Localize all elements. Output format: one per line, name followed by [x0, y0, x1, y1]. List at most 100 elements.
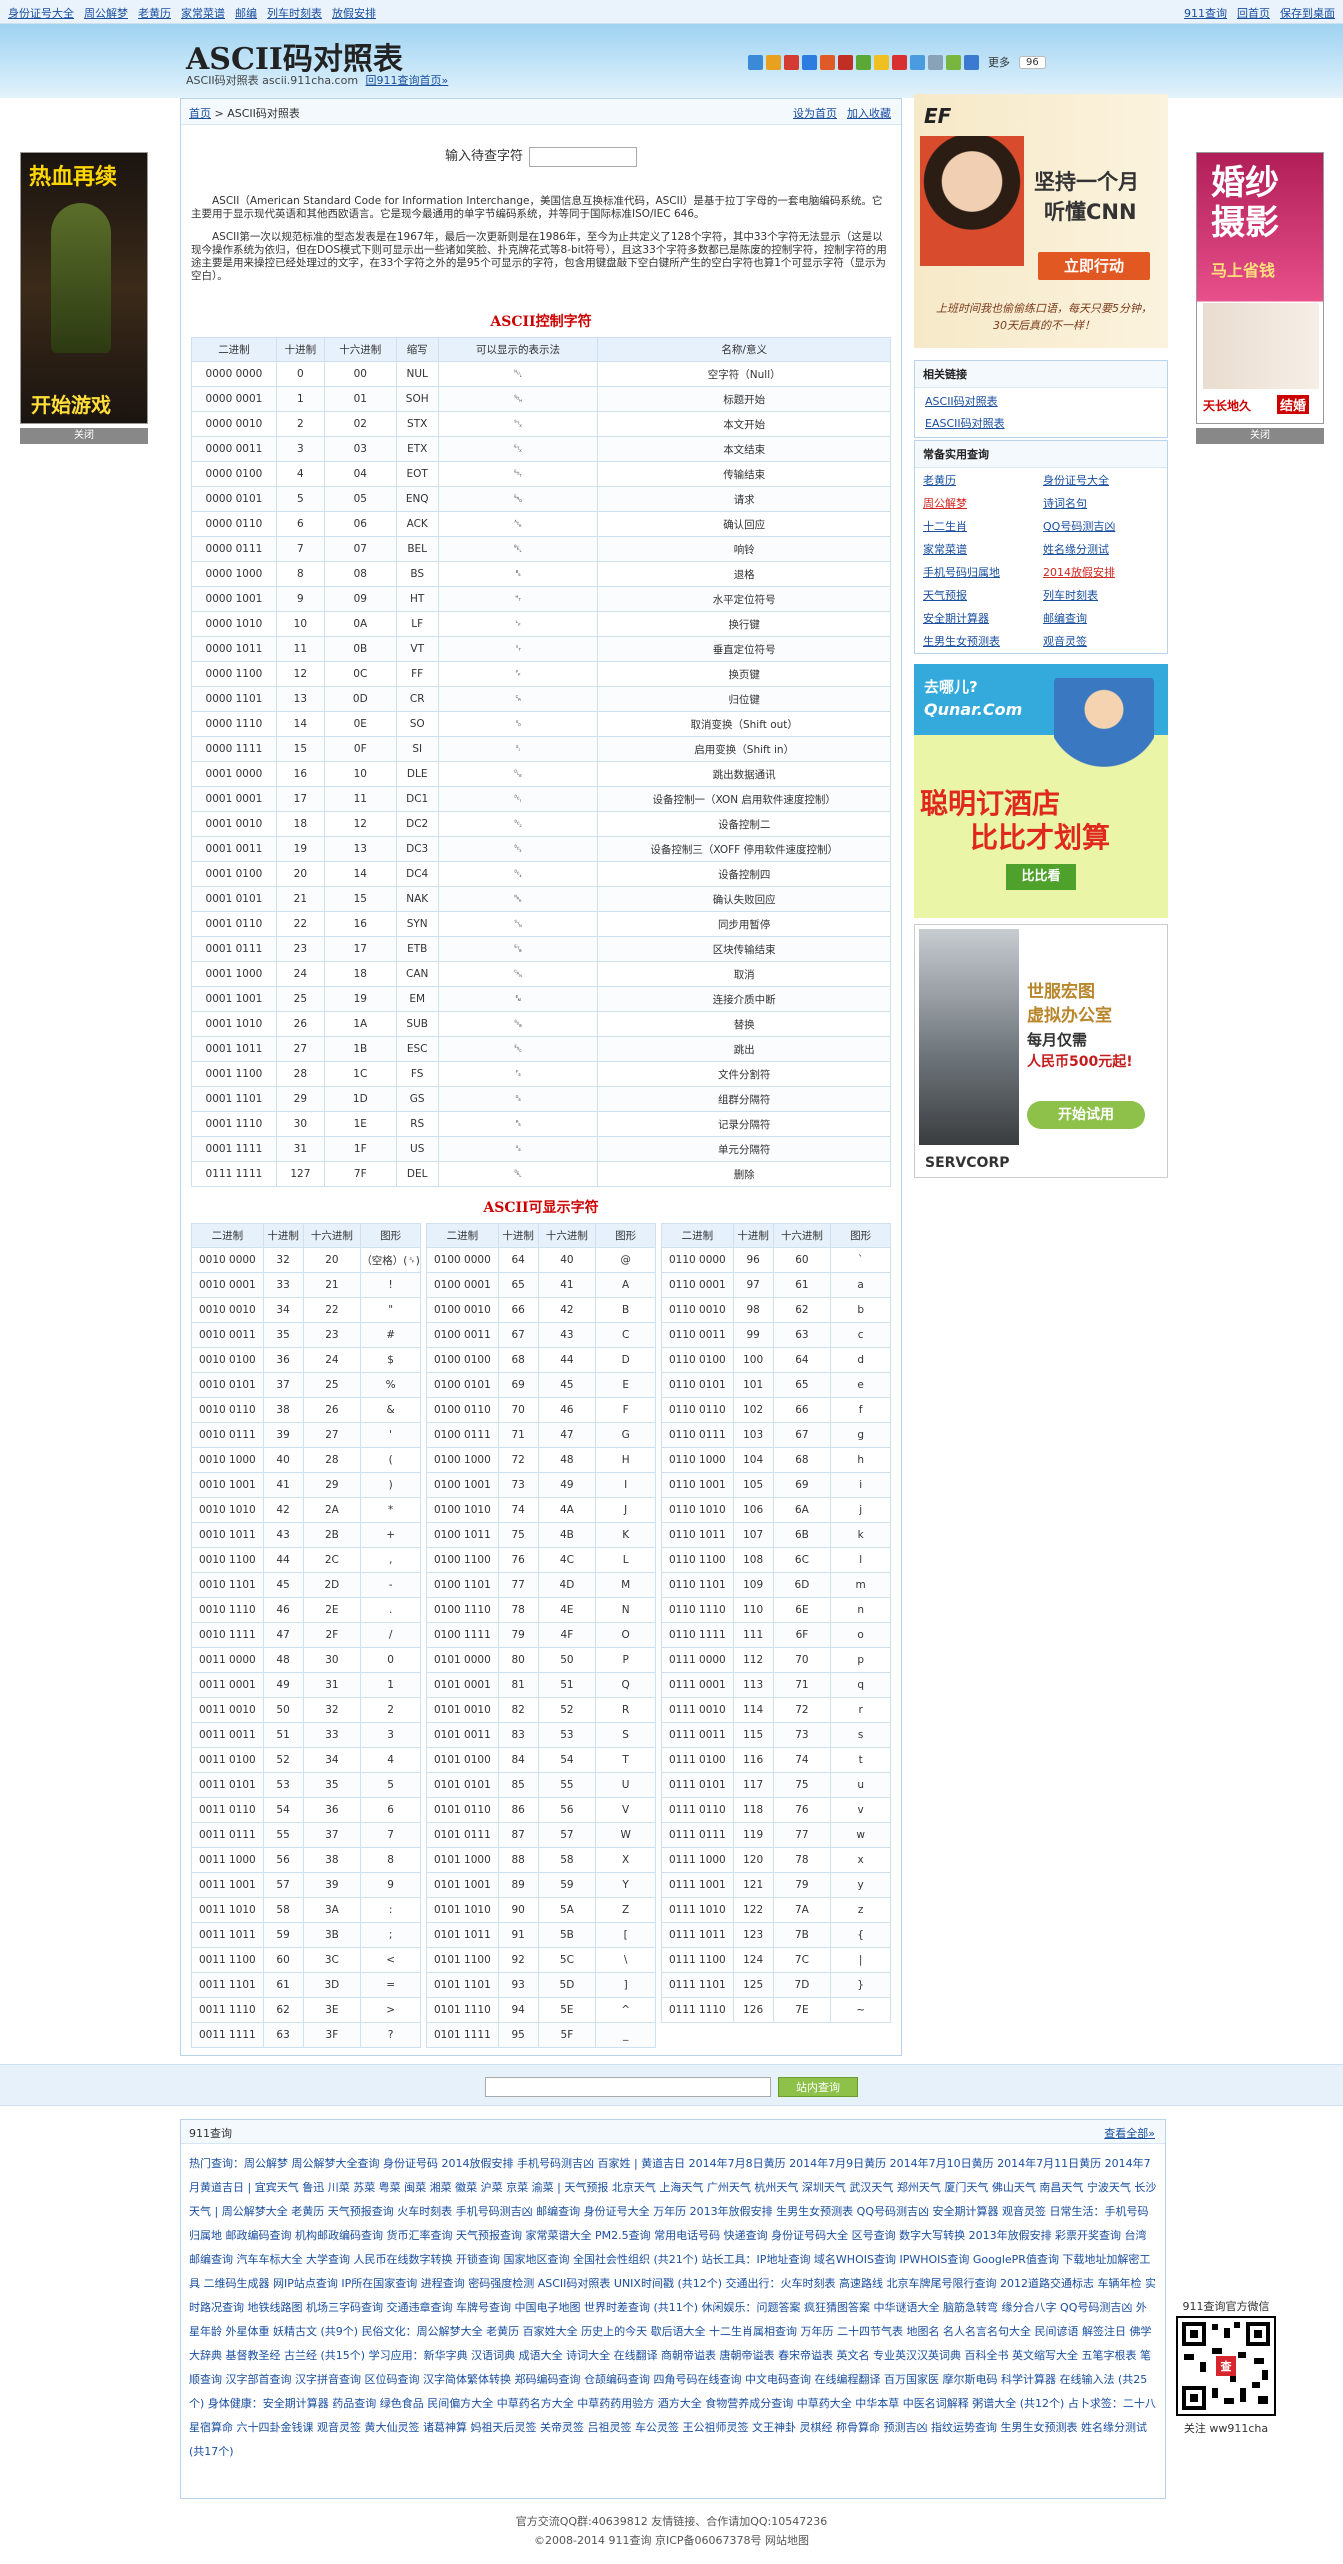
table-cell: 46	[262, 1597, 304, 1623]
top-nav-link[interactable]: 家常菜谱	[181, 5, 225, 21]
table-cell: SYN	[395, 911, 439, 937]
tool-link[interactable]: 十二生肖	[923, 518, 1039, 534]
tool-link[interactable]: 老黄历	[923, 472, 1039, 488]
tool-link[interactable]: QQ号码测吉凶	[1043, 518, 1159, 534]
table-cell: 7F	[323, 1161, 397, 1187]
top-nav-link[interactable]: 身份证号大全	[8, 5, 74, 21]
table-row: 0110 1011 107 6B k	[661, 1522, 891, 1548]
ef-cta-button[interactable]: 立即行动	[1038, 252, 1150, 280]
email-share-icon[interactable]	[910, 54, 925, 70]
breadcrumb-current: > ASCII码对照表	[211, 107, 300, 120]
tool-link[interactable]: 2014放假安排	[1043, 564, 1159, 580]
kaixin-share-icon[interactable]	[838, 54, 853, 70]
table-cell: CAN	[395, 961, 439, 987]
table-cell: 74	[497, 1497, 539, 1523]
breadcrumb-home-link[interactable]: 首页	[189, 107, 211, 120]
tool-link[interactable]: 身份证号大全	[1043, 472, 1159, 488]
table-cell: 请求	[597, 486, 891, 512]
tool-link[interactable]: 安全期计算器	[923, 610, 1039, 626]
back-home-link[interactable]: 回911查询首页»	[366, 74, 449, 87]
site-search-button[interactable]: 站内查询	[778, 2077, 858, 2097]
table-row: 0000 1010 10 0A LF ␊ 换行键	[191, 611, 891, 637]
table-cell: 归位键	[597, 686, 891, 712]
set-homepage-link[interactable]: 设为首页	[793, 105, 837, 121]
ef-english-ad[interactable]: EF 坚持一个月 听懂CNN 立即行动 上班时间我也偷偷练口语，每天只要5分钟，…	[914, 94, 1168, 348]
bookmark-share-icon[interactable]	[874, 54, 889, 70]
left-game-ad[interactable]: 热血再续 开始游戏	[20, 152, 148, 424]
qunar-hotel-ad[interactable]: 去哪儿? Qunar.Com 聪明订酒店 比比才划算 比比看	[914, 664, 1168, 918]
douban-share-icon[interactable]	[820, 54, 835, 70]
share-more-link[interactable]: 更多	[988, 54, 1010, 70]
top-nav-right-link[interactable]: 回首页	[1237, 5, 1270, 21]
footer-search-input[interactable]	[485, 2077, 771, 2097]
table-cell: ␘	[437, 961, 599, 987]
tool-link[interactable]: 诗词名句	[1043, 495, 1159, 511]
plus-share-icon[interactable]	[964, 54, 979, 70]
renren-share-icon[interactable]	[784, 54, 799, 70]
tool-link[interactable]: 周公解梦	[923, 495, 1039, 511]
table-cell: 38	[262, 1397, 304, 1423]
column-header: 二进制	[191, 337, 277, 362]
table-cell: DLE	[395, 761, 439, 787]
table-row: 0001 0101 21 15 NAK ␕ 确认失败回应	[191, 886, 891, 912]
tencent-weibo-share-icon[interactable]	[802, 54, 817, 70]
weibo-share-icon[interactable]	[766, 54, 781, 70]
servcorp-cta-button[interactable]: 开始试用	[1027, 1101, 1145, 1129]
table-cell: 0	[275, 361, 325, 387]
table-row: 0011 1100 60 3C <	[191, 1947, 421, 1973]
table-cell: ␗	[437, 936, 599, 962]
tool-link[interactable]: 手机号码归属地	[923, 564, 1039, 580]
table-cell: 61	[262, 1972, 304, 1998]
table-cell: /	[360, 1622, 421, 1648]
top-nav-link[interactable]: 邮编	[235, 5, 257, 21]
related-link[interactable]: EASCII码对照表	[925, 417, 1005, 430]
table-cell: ␓	[437, 836, 599, 862]
servcorp-office-ad[interactable]: 世服宏图 虚拟办公室 每月仅需 人民币500元起! 开始试用 SERVCORP	[914, 924, 1168, 1178]
top-nav-right-link[interactable]: 保存到桌面	[1280, 5, 1335, 21]
tool-link[interactable]: 列车时刻表	[1043, 587, 1159, 603]
table-cell: 79	[497, 1622, 539, 1648]
top-nav-link[interactable]: 周公解梦	[84, 5, 128, 21]
right-ad-close-button[interactable]: 关闭	[1196, 428, 1324, 444]
table-cell: DC3	[395, 836, 439, 862]
tool-link[interactable]: 家常菜谱	[923, 541, 1039, 557]
tool-link[interactable]: 邮编查询	[1043, 610, 1159, 626]
top-nav-link[interactable]: 老黄历	[138, 5, 171, 21]
right-wedding-ad[interactable]: 婚纱 摄影 马上省钱 天长地久 结婚	[1196, 152, 1324, 424]
top-nav-right-link[interactable]: 911查询	[1184, 5, 1227, 21]
wechat-share-icon[interactable]	[856, 54, 871, 70]
table-cell: 确认失败回应	[597, 886, 891, 912]
table-row: 0111 0101 117 75 u	[661, 1772, 891, 1798]
qunar-cta-button[interactable]: 比比看	[1006, 864, 1076, 890]
table-cell: 72	[772, 1697, 832, 1723]
left-ad-close-button[interactable]: 关闭	[20, 428, 148, 444]
char-input[interactable]	[529, 146, 637, 167]
printable-table-3: 二进制 十进制 十六进制 图形 0110 0000 96 60 ` 0110 0001 97 61 a…	[661, 1223, 891, 2023]
table-cell: ␅	[437, 486, 599, 512]
tool-link[interactable]: 观音灵签	[1043, 633, 1159, 649]
add-favorite-link[interactable]: 加入收藏	[847, 105, 891, 121]
table-row: 0011 1011 59 3B;	[191, 1922, 421, 1948]
ef-caption: 上班时间我也偷偷练口语，每天只要5分钟，30天后真的不一样！	[936, 302, 1152, 332]
table-cell: R	[595, 1697, 656, 1723]
qzone-share-icon[interactable]	[748, 54, 763, 70]
table-cell: H	[595, 1447, 656, 1473]
table-cell: 13	[275, 686, 325, 712]
tool-link[interactable]: 姓名缘分测试	[1043, 541, 1159, 557]
table-cell: 3	[275, 436, 325, 462]
view-all-link[interactable]: 查看全部»	[1104, 2125, 1155, 2141]
table-cell: 0000 1101	[191, 686, 277, 712]
tool-link[interactable]: 生男生女预测表	[923, 633, 1039, 649]
top-nav-link[interactable]: 列车时刻表	[267, 5, 322, 21]
related-link[interactable]: ASCII码对照表	[925, 395, 998, 408]
copy-link-share-icon[interactable]	[946, 54, 961, 70]
print-share-icon[interactable]	[928, 54, 943, 70]
top-nav-link[interactable]: 放假安排	[332, 5, 376, 21]
table-cell: _	[595, 2022, 656, 2048]
table-cell: 0111 0100	[661, 1747, 734, 1773]
baidu-share-icon[interactable]	[892, 54, 907, 70]
tool-link[interactable]: 天气预报	[923, 587, 1039, 603]
table-cell: 71	[497, 1422, 539, 1448]
table-cell: U	[595, 1772, 656, 1798]
table-cell: US	[395, 1136, 439, 1162]
